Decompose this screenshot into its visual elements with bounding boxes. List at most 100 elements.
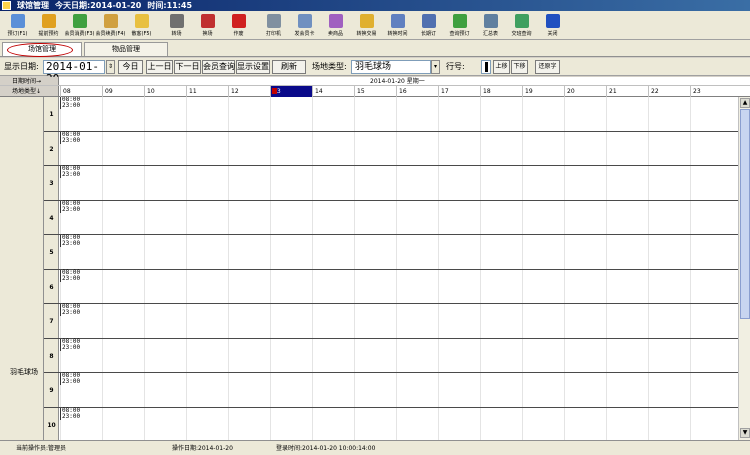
court-number-label: 10 <box>47 421 56 429</box>
time-slot[interactable]: 08:00 23:00 <box>60 373 80 385</box>
toolbar-button-label: 作废 <box>233 31 244 37</box>
row-number-input[interactable] <box>481 60 491 74</box>
schedule-grid[interactable]: 羽毛球场 1 08:00 23:00 2 08:00 23:00 3 08:00 23:00 4 0… <box>0 97 738 440</box>
toolbar-button-13[interactable]: 长期订 <box>413 11 444 39</box>
next-day-button[interactable]: 下一日 <box>174 60 201 74</box>
hour-header-10[interactable]: 10 <box>144 86 186 97</box>
toolbar-button-4[interactable]: 散客(F5) <box>126 11 157 39</box>
toolbar-button-3[interactable]: 会员续费(F4) <box>95 11 126 39</box>
hour-header-14[interactable]: 14 <box>312 86 354 97</box>
time-slot[interactable]: 08:00 23:00 <box>60 97 80 109</box>
time-slot[interactable]: 08:00 23:00 <box>60 304 80 316</box>
court-row[interactable]: 9 08:00 23:00 <box>44 373 738 408</box>
restore-button[interactable]: 还原字 <box>535 60 560 74</box>
hour-header-17[interactable]: 17 <box>438 86 480 97</box>
court-row[interactable]: 6 08:00 23:00 <box>44 269 738 304</box>
time-slot[interactable]: 08:00 23:00 <box>60 269 81 282</box>
folder-arrow-icon <box>452 14 467 28</box>
toolbar-button-12[interactable]: 转换时间 <box>382 11 413 39</box>
toolbar-button-15[interactable]: 汇总表 <box>475 11 506 39</box>
toolbar-button-0[interactable]: 预订(F1) <box>2 11 33 39</box>
vertical-scrollbar[interactable]: ▲ ▼ <box>738 97 750 440</box>
hour-header-16[interactable]: 16 <box>396 86 438 97</box>
hour-header-23[interactable]: 23 <box>690 86 732 97</box>
edit-icon <box>328 14 343 28</box>
toolbar-button-7[interactable]: 作废 <box>223 11 254 39</box>
hour-header-22[interactable]: 22 <box>648 86 690 97</box>
tab-bar: 场馆管理 物品管理 <box>0 40 750 57</box>
court-row[interactable]: 5 08:00 23:00 <box>44 235 738 270</box>
toolbar-button-8[interactable]: 打印机 <box>258 11 289 39</box>
date-time-label: 日期时间→ <box>0 77 59 85</box>
court-row[interactable]: 8 08:00 23:00 <box>44 338 738 373</box>
hour-header-row: 场地类型↓ 08 09 10 11 12 13 14 15 16 17 18 19 20 21 22 23 <box>0 86 750 97</box>
slot-end-time: 23:00 <box>62 412 81 420</box>
time-slot[interactable]: 08:00 23:00 <box>60 166 80 178</box>
hour-header-19[interactable]: 19 <box>522 86 564 97</box>
toolbar-button-label: 预订(F1) <box>7 31 28 37</box>
prev-day-button[interactable]: 上一日 <box>146 60 173 74</box>
refresh-button[interactable]: 刷新 <box>272 60 306 74</box>
toolbar-button-2[interactable]: 会员消费(F3) <box>64 11 95 39</box>
toolbar-button-5[interactable]: 转场 <box>161 11 192 39</box>
date-picker-input[interactable]: 2014-01-20 <box>43 60 105 85</box>
court-number: 4 <box>44 200 59 234</box>
member-query-button[interactable]: 会员查询 <box>202 60 235 74</box>
scroll-up-icon[interactable]: ▲ <box>740 98 750 108</box>
hour-header-12[interactable]: 12 <box>228 86 270 97</box>
scroll-down-icon[interactable]: ▼ <box>740 428 750 438</box>
court-row[interactable]: 3 08:00 23:00 <box>44 166 738 201</box>
toolbar-button-11[interactable]: 转换交易 <box>351 11 382 39</box>
court-number-label: 7 <box>49 318 54 325</box>
hour-header-08[interactable]: 08 <box>60 86 102 97</box>
today-button[interactable]: 今日 <box>118 60 143 74</box>
hour-header-20[interactable]: 20 <box>564 86 606 97</box>
court-row[interactable]: 10 08:00 23:00 <box>44 407 738 440</box>
hour-header-18[interactable]: 18 <box>480 86 522 97</box>
toolbar-button-6[interactable]: 换场 <box>192 11 223 39</box>
toolbar-button-1[interactable]: 提前预约 <box>33 11 64 39</box>
court-row[interactable]: 7 08:00 23:00 <box>44 304 738 339</box>
date-spin-icon[interactable]: ⇕ <box>106 60 115 74</box>
court-number: 6 <box>44 269 59 303</box>
tab-venue-management[interactable]: 场馆管理 <box>2 42 82 57</box>
court-row[interactable]: 4 08:00 23:00 <box>44 200 738 235</box>
toolbar-button-14[interactable]: 查询预订 <box>444 11 475 39</box>
time-slot[interactable]: 08:00 23:00 <box>60 407 81 420</box>
app-icon <box>2 1 11 10</box>
toolbar-button-10[interactable]: 卖商品 <box>320 11 351 39</box>
toolbar-button-16[interactable]: 交班查询 <box>506 11 537 39</box>
slot-end-time: 23:00 <box>62 136 81 144</box>
court-row[interactable]: 1 08:00 23:00 <box>44 97 738 132</box>
move-up-button[interactable]: 上移 <box>493 60 510 74</box>
hour-header-13[interactable]: 13 <box>270 86 312 97</box>
swap-icon <box>169 14 184 28</box>
undo-arrow-icon <box>545 14 560 28</box>
hour-header-11[interactable]: 11 <box>186 86 228 97</box>
court-row[interactable]: 2 08:00 23:00 <box>44 131 738 166</box>
toolbar-button-label: 换场 <box>202 31 213 37</box>
chevron-down-icon[interactable]: ▾ <box>431 60 440 74</box>
toolbar-button-17[interactable]: 关闭 <box>537 11 568 39</box>
time-slot[interactable]: 08:00 23:00 <box>60 235 80 247</box>
tab-goods-management[interactable]: 物品管理 <box>84 42 168 56</box>
hour-header-09[interactable]: 09 <box>102 86 144 97</box>
time-slot[interactable]: 08:00 23:00 <box>60 200 80 213</box>
toolbar-button-label: 散客(F5) <box>131 31 152 37</box>
slot-end-time: 23:00 <box>62 274 81 282</box>
venue-type-col-label: 场地类型↓ <box>0 86 59 96</box>
toolbar-button-9[interactable]: 发会员卡 <box>289 11 320 39</box>
court-number-label: 3 <box>49 180 54 187</box>
hour-header-21[interactable]: 21 <box>606 86 648 97</box>
toolbar-button-label: 会员续费(F4) <box>95 31 126 37</box>
venue-type-select[interactable]: 羽毛球场 <box>351 60 431 74</box>
scroll-thumb[interactable] <box>740 109 750 319</box>
court-number-label: 2 <box>49 145 54 153</box>
move-down-button[interactable]: 下移 <box>511 60 528 74</box>
magnifier-icon <box>483 14 498 28</box>
time-slot[interactable]: 08:00 23:00 <box>60 131 81 144</box>
court-number-label: 5 <box>49 249 54 256</box>
hour-header-15[interactable]: 15 <box>354 86 396 97</box>
time-slot[interactable]: 08:00 23:00 <box>60 338 80 351</box>
display-settings-button[interactable]: 显示设置 <box>236 60 270 74</box>
